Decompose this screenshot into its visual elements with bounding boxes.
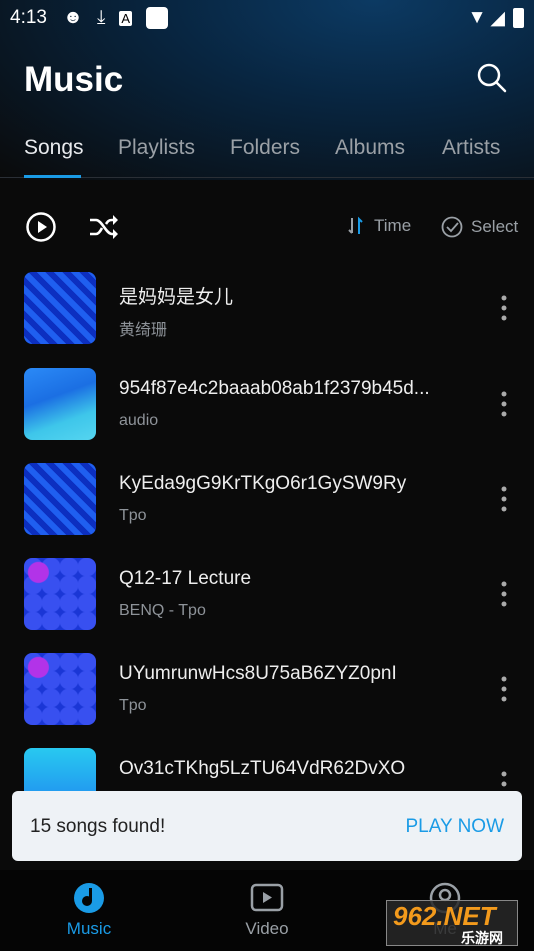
nav-video[interactable]: Video (217, 882, 317, 939)
download-icon: ⤓ (96, 7, 106, 28)
watermark-subtext: 乐游网 (461, 930, 503, 946)
sort-icon (348, 216, 363, 234)
song-artist: Tpo (119, 697, 147, 714)
toolbar: Time Select (0, 205, 534, 249)
status-bar: 4:13 ☻ ⤓ A ▼ ◢ (0, 0, 534, 36)
more-options-icon[interactable] (494, 483, 514, 515)
music-note-icon (74, 883, 104, 913)
album-art (24, 463, 96, 535)
album-art (24, 272, 96, 344)
keyboard-icon: A (119, 10, 133, 26)
play-now-button[interactable]: PLAY NOW (405, 816, 504, 838)
app-notification-icon: ☻ (62, 7, 83, 28)
search-icon[interactable] (474, 60, 510, 96)
blank-notification-icon (146, 7, 169, 29)
tab-albums[interactable]: Albums (335, 136, 405, 160)
signal-icon: ◢ (490, 7, 505, 29)
album-art (24, 558, 96, 630)
song-row[interactable]: UYumrunwHcs8U75aB6ZYZ0pnI Tpo (0, 653, 534, 748)
more-options-icon[interactable] (494, 388, 514, 420)
song-row[interactable]: 是妈妈是女儿 黄绮珊 (0, 272, 534, 367)
wifi-icon: ▼ (467, 7, 487, 28)
shuffle-icon[interactable] (88, 213, 120, 241)
snackbar: 15 songs found! PLAY NOW (12, 791, 522, 861)
page-title: Music (24, 60, 124, 99)
tab-playlists[interactable]: Playlists (118, 136, 195, 160)
more-options-icon[interactable] (494, 292, 514, 324)
select-button[interactable]: Select (441, 216, 518, 238)
tab-artists[interactable]: Artists (442, 136, 500, 160)
tab-folders[interactable]: Folders (230, 136, 300, 160)
watermark-logo: 962.NET 乐游网 (386, 900, 518, 946)
more-options-icon[interactable] (494, 673, 514, 705)
song-artist: BENQ - Tpo (119, 602, 206, 619)
song-row[interactable]: KyEda9gG9KrTKgO6r1GySW9Ry Tpo (0, 463, 534, 558)
album-art (24, 653, 96, 725)
tab-bar: Songs Playlists Folders Albums Artists (0, 136, 534, 178)
song-title: KyEda9gG9KrTKgO6r1GySW9Ry (119, 473, 407, 494)
song-title: 是妈妈是女儿 (119, 287, 234, 308)
active-tab-indicator (24, 175, 81, 178)
song-artist: 黄绮珊 (119, 322, 168, 339)
sort-label: Time (374, 216, 412, 235)
nav-music[interactable]: Music (39, 882, 139, 939)
song-title: UYumrunwHcs8U75aB6ZYZ0pnI (119, 663, 397, 684)
battery-charging-icon (513, 8, 524, 28)
song-title: Q12-17 Lecture (119, 568, 252, 589)
song-row[interactable]: 954f87e4c2baaab08ab1f2379b45d... audio (0, 368, 534, 463)
song-row[interactable]: Q12-17 Lecture BENQ - Tpo (0, 558, 534, 653)
status-time: 4:13 (10, 7, 47, 28)
check-circle-icon (441, 216, 463, 238)
nav-video-label: Video (245, 919, 289, 938)
select-label: Select (471, 217, 519, 236)
song-artist: audio (119, 412, 159, 429)
song-artist: Tpo (119, 507, 147, 524)
sort-button[interactable]: Time (346, 216, 411, 236)
album-art (24, 368, 96, 440)
song-title: 954f87e4c2baaab08ab1f2379b45d... (119, 378, 430, 399)
song-title: Ov31cTKhg5LzTU64VdR62DvXO (119, 758, 406, 779)
more-options-icon[interactable] (494, 578, 514, 610)
play-all-icon[interactable] (25, 211, 57, 243)
video-icon (250, 883, 284, 912)
tab-songs[interactable]: Songs (24, 136, 84, 160)
snackbar-message: 15 songs found! (30, 816, 166, 837)
nav-music-label: Music (66, 919, 112, 938)
